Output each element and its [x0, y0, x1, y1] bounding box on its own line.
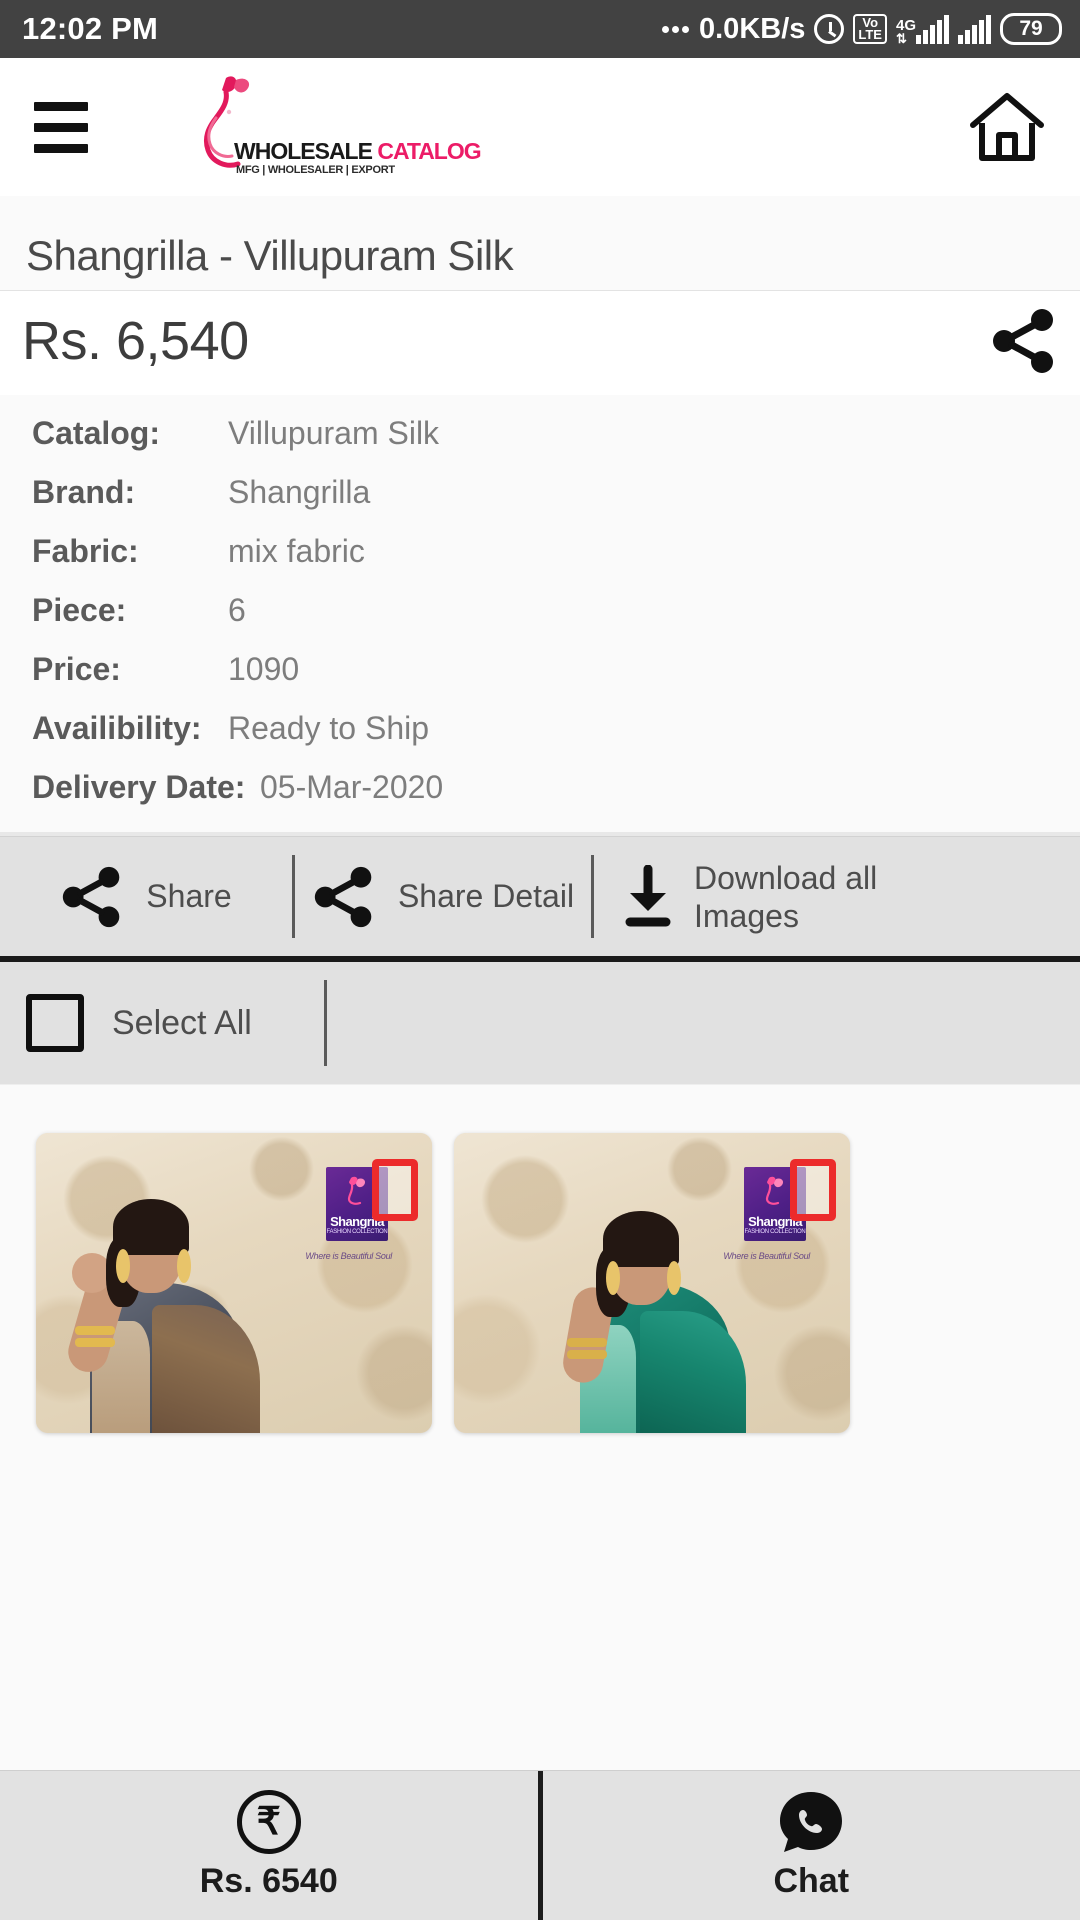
home-icon[interactable] — [968, 91, 1046, 163]
action-bar: Share Share Detail Download all Images — [0, 836, 1080, 956]
share-detail-button-label: Share Detail — [397, 878, 575, 914]
share-icon — [314, 866, 372, 927]
share-icon — [63, 866, 120, 927]
table-row: Catalog: Villupuram Silk — [32, 415, 1080, 452]
hamburger-menu-icon[interactable] — [34, 101, 88, 153]
price-row: Rs. 6,540 — [0, 291, 1080, 395]
logo-tagline: MFG | WHOLESALER | EXPORT — [236, 164, 395, 176]
detail-value: 6 — [228, 592, 246, 628]
detail-value: mix fabric — [228, 533, 365, 569]
watermark-caption: Where is Beautiful Soul — [305, 1251, 392, 1261]
share-detail-button[interactable]: Share Detail — [295, 837, 591, 956]
bottom-action-bar: ₹ Rs. 6540 Chat — [0, 1770, 1080, 1920]
detail-value: Ready to Ship — [228, 710, 430, 746]
brand-figure-icon — [765, 1176, 784, 1205]
logo-wordmark: WHOLESALE CATALOG — [234, 138, 482, 165]
detail-value: 05-Mar-2020 — [260, 769, 444, 805]
detail-label: Delivery Date: — [32, 769, 246, 805]
volte-bottom-label: LTE — [858, 27, 882, 42]
select-all-label: Select All — [112, 1003, 252, 1042]
list-item[interactable]: Shangrila FASHION COLLECTION Where is Be… — [36, 1133, 432, 1433]
share-button[interactable]: Share — [0, 837, 292, 956]
table-row: Piece: 6 — [32, 592, 1080, 629]
sim2-signal-icon — [958, 14, 991, 44]
product-price: Rs. 6,540 — [22, 311, 249, 371]
detail-value: 1090 — [228, 651, 300, 687]
product-details-table: Catalog: Villupuram Silk Brand: Shangril… — [0, 395, 1080, 836]
volte-icon: Vo LTE — [853, 14, 887, 44]
network-speed-label: 0.0KB/s — [699, 12, 806, 45]
download-all-images-button[interactable]: Download all Images — [594, 837, 1080, 956]
chat-label: Chat — [773, 1862, 850, 1900]
detail-value: Shangrilla — [228, 474, 371, 510]
select-all-bar: Select All — [0, 956, 1080, 1084]
detail-value: Villupuram Silk — [228, 415, 440, 451]
image-select-checkbox[interactable] — [372, 1159, 418, 1221]
detail-label: Price: — [32, 651, 121, 687]
app-header: WHOLESALE CATALOG MFG | WHOLESALER | EXP… — [0, 58, 1080, 196]
brand-figure-icon — [347, 1176, 366, 1205]
whatsapp-chat-icon — [780, 1792, 843, 1852]
app-logo[interactable]: WHOLESALE CATALOG MFG | WHOLESALER | EXP… — [182, 72, 482, 190]
detail-label: Availibility: — [32, 710, 202, 746]
buy-price-button[interactable]: ₹ Rs. 6540 — [0, 1790, 538, 1901]
chat-button[interactable]: Chat — [543, 1790, 1080, 1901]
share-button-label: Share — [146, 878, 232, 914]
table-row: Delivery Date: 05-Mar-2020 — [32, 769, 1080, 806]
more-dots-icon — [662, 25, 689, 33]
share-icon[interactable] — [990, 307, 1058, 375]
data-arrows-icon: ⇅ — [895, 31, 907, 46]
logo-word-wholesale: WHOLESALE — [234, 138, 373, 164]
detail-label: Fabric: — [32, 533, 139, 569]
product-header: Shangrilla - Villupuram Silk — [0, 196, 1080, 291]
status-bar-icons: 0.0KB/s Vo LTE 4G ⇅ 79 — [662, 13, 1062, 46]
page-title: Shangrilla - Villupuram Silk — [26, 232, 514, 279]
list-item[interactable]: Shangrila FASHION COLLECTION Where is Be… — [454, 1133, 850, 1433]
table-row: Price: 1090 — [32, 651, 1080, 688]
app-root: 12:02 PM 0.0KB/s Vo LTE 4G ⇅ 79 WHOLESAL… — [0, 0, 1080, 1920]
download-all-images-label: Download all Images — [694, 859, 878, 934]
watermark-sub-label: FASHION COLLECTION — [326, 1229, 388, 1235]
table-row: Availibility: Ready to Ship — [32, 710, 1080, 747]
status-bar-clock: 12:02 PM — [22, 11, 158, 46]
table-row: Fabric: mix fabric — [32, 533, 1080, 570]
image-select-checkbox[interactable] — [790, 1159, 836, 1221]
watermark-caption: Where is Beautiful Soul — [723, 1251, 810, 1261]
download-icon — [625, 864, 671, 926]
battery-indicator: 79 — [1000, 13, 1062, 45]
alarm-icon — [814, 14, 845, 44]
select-divider — [323, 980, 327, 1066]
detail-label: Catalog: — [32, 415, 160, 451]
gallery-grid: Shangrila FASHION COLLECTION Where is Be… — [36, 1133, 1044, 1433]
buy-price-label: Rs. 6540 — [199, 1862, 338, 1900]
rupee-circle-icon: ₹ — [236, 1790, 301, 1854]
watermark-sub-label: FASHION COLLECTION — [744, 1229, 806, 1235]
logo-word-catalog: CATALOG — [377, 138, 481, 164]
detail-label: Piece: — [32, 592, 127, 628]
table-row: Brand: Shangrilla — [32, 474, 1080, 511]
sim1-signal-icon: 4G ⇅ — [895, 14, 949, 46]
status-bar: 12:02 PM 0.0KB/s Vo LTE 4G ⇅ 79 — [0, 0, 1080, 58]
detail-label: Brand: — [32, 474, 136, 510]
select-all-checkbox[interactable] — [26, 994, 84, 1052]
